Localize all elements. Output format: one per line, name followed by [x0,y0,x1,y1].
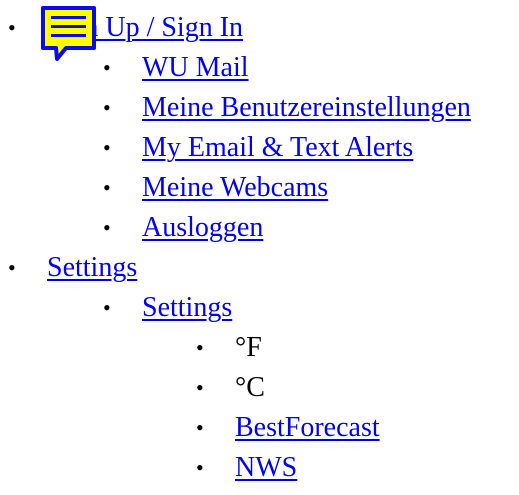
fahrenheit-option[interactable]: °F [235,328,262,368]
menu-item-settings: • Settings [0,248,519,288]
note-icon[interactable] [38,4,100,64]
logout-link[interactable]: Ausloggen [142,208,263,248]
settings-sub-link[interactable]: Settings [142,288,232,328]
bullet: • [8,15,16,40]
wu-mail-link[interactable]: WU Mail [142,48,249,88]
bullet: • [196,335,204,360]
webcams-link[interactable]: Meine Webcams [142,168,328,208]
bullet: • [103,215,111,240]
bullet: • [196,415,204,440]
bullet: • [8,255,16,280]
bullet: • [103,55,111,80]
option-bestforecast: • BestForecast [0,408,519,448]
submenu-item-email-alerts: • My Email & Text Alerts [0,128,519,168]
submenu-item-user-settings: • Meine Benutzereinstellungen [0,88,519,128]
option-nws: • NWS [0,448,519,488]
bullet: • [103,295,111,320]
bullet: • [103,175,111,200]
submenu-item-logout: • Ausloggen [0,208,519,248]
nws-link[interactable]: NWS [235,448,297,488]
top-level-list: • Sign Up / Sign In • WU Mail • Meine Be… [0,8,519,488]
submenu-item-settings: • Settings [0,288,519,328]
bullet: • [103,135,111,160]
navigation-menu: • Sign Up / Sign In • WU Mail • Meine Be… [0,8,519,488]
bullet: • [196,455,204,480]
user-settings-link[interactable]: Meine Benutzereinstellungen [142,88,471,128]
option-fahrenheit: • °F [0,328,519,368]
bullet: • [103,95,111,120]
celsius-option[interactable]: °C [235,368,265,408]
option-celsius: • °C [0,368,519,408]
email-alerts-link[interactable]: My Email & Text Alerts [142,128,413,168]
submenu-item-webcams: • Meine Webcams [0,168,519,208]
bestforecast-link[interactable]: BestForecast [235,408,380,448]
settings-link[interactable]: Settings [47,248,137,288]
bullet: • [196,375,204,400]
